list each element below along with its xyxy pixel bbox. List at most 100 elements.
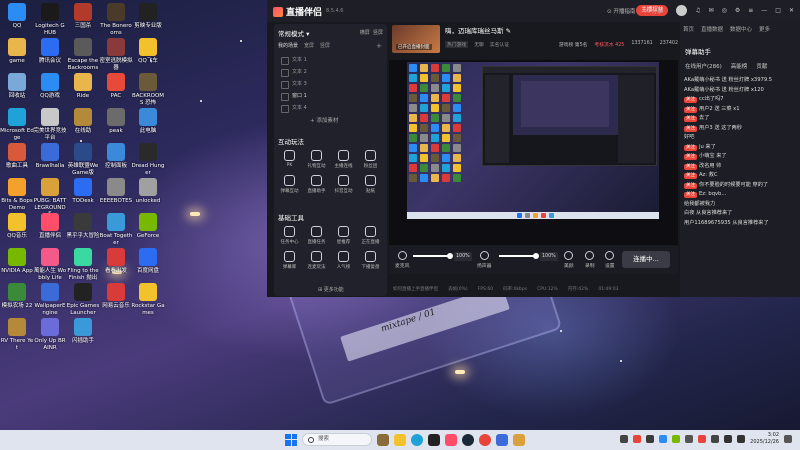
record-button[interactable]: 录制 [585,251,595,269]
room-tag[interactable]: 实名认证 [490,41,509,48]
open-live-guide-button[interactable]: ⊙ 开播指南 [607,7,635,15]
danmaku-sub-tab[interactable]: 在线用户(286) [685,62,722,70]
desktop-icon[interactable]: 在线助 [66,108,100,135]
desktop-icon[interactable]: QQ [0,3,34,30]
basic-tool[interactable]: 连麦玩法 [303,251,330,270]
desktop-icon[interactable]: 英雄联盟WeGame版 [66,143,100,176]
maximize-icon[interactable]: □ [775,7,781,14]
danmaku-sub-tab[interactable]: 高能榜 [731,62,748,70]
taskbar-search-input[interactable]: 搜索 [302,433,372,446]
tab-wide[interactable]: 宽屏 [304,42,314,50]
interact-tool[interactable]: PK [276,150,303,169]
source-item[interactable]: 文本 1 [278,54,383,66]
taskbar-clock[interactable]: 3:02 2025/12/26 [750,432,779,446]
desktop-icon[interactable]: 腾讯会议 [33,38,67,65]
room-cover[interactable]: 已开启直播封面 [392,25,440,53]
speaker-button[interactable]: 扬声器 [477,251,491,269]
interact-tool[interactable]: 弹幕互动 [276,175,303,194]
tray-icon[interactable] [659,435,668,443]
desktop-icon[interactable]: 回收站 [0,73,34,100]
chat-message[interactable]: AKa戴萌小秘书 送 粉丝灯牌 x120 [684,87,798,95]
minimize-icon[interactable]: — [761,7,767,14]
settings-button[interactable]: 设置 [605,251,615,269]
desktop-icon[interactable]: Fling to the Finish 抛出 [66,248,100,281]
volume-icon[interactable] [737,435,746,443]
interact-tool[interactable]: 礼物互动 [303,150,330,169]
chat-message[interactable]: 给我都被我力 [684,201,798,209]
desktop-icon[interactable]: Ride [66,73,100,100]
desktop-icon[interactable]: Bits & Bops Demo [0,178,34,211]
source-item[interactable]: 窗口 1 [278,90,383,102]
desktop-icon[interactable]: 网易云音乐 [99,283,133,310]
mode-selector[interactable]: 常规模式 ▾ [278,28,309,38]
desktop-icon[interactable]: Microsoft Edge [0,108,34,141]
start-live-button[interactable]: 连播中... [622,251,670,268]
desktop-icon[interactable]: 此电脑 [131,108,165,135]
desktop-icon[interactable]: Brawlhalla [33,143,67,170]
menu-icon[interactable]: ≡ [748,7,753,14]
tray-icon[interactable] [711,435,720,443]
tab-vertical[interactable]: 竖屏 [320,42,330,50]
desktop-icon[interactable]: QQ游戏 [33,73,67,100]
chat-message[interactable]: 关注 Ez: bqvb... [684,191,798,199]
wifi-icon[interactable] [724,435,733,443]
notification-icon[interactable] [784,435,792,443]
orientation-toggle[interactable]: 横屏 竖屏 [360,29,383,36]
desktop-icon[interactable]: EEEEBOTES [99,178,133,205]
desktop-icon[interactable]: GeForce [131,213,165,240]
chat-message[interactable]: 好吧 [684,134,798,142]
desktop-icon[interactable]: 歌曲工具 [0,143,34,170]
interact-tool[interactable]: 直播助手 [303,175,330,194]
desktop-icon[interactable]: BACKROOMS 恐怖 [131,73,165,106]
taskbar-app-icon[interactable] [428,433,440,446]
desktop-icon[interactable]: 直播伴侣 [33,213,67,240]
chat-message[interactable]: 用户11689675935 从良言推荐来了 [684,220,798,228]
source-item[interactable]: 文本 2 [278,66,383,78]
chat-message[interactable]: 关注 改名用 帅 [684,163,798,171]
steam-icon[interactable] [462,433,474,446]
chat-message[interactable]: 关注 cc出了吗7 [684,96,798,104]
desktop-icon[interactable]: 百度网盘 [131,248,165,275]
status-item[interactable]: 如何直播上手直播伴侣 [393,286,438,292]
netease-music-icon[interactable] [479,433,491,446]
beauty-button[interactable]: 美颜 [564,251,574,269]
close-icon[interactable]: ✕ [789,7,794,14]
chat-message[interactable]: 白夜 从良言推荐来了 [684,210,798,218]
desktop-icon[interactable]: 闪插助手 [66,318,100,345]
desktop-icon[interactable]: 黑乎乎大冒险 [66,213,100,240]
chat-message[interactable]: 关注 你不要脸的时候要可能 穿的了 [684,182,798,190]
room-title[interactable]: 嗨，迈瑞库瑞丝马斯 ✎ [445,25,511,35]
live-companion-taskbar-icon[interactable] [445,433,457,446]
tab-my-scene[interactable]: 我的场景 [278,42,298,50]
speaker-volume-value[interactable]: 100% [540,252,558,261]
desktop-icon[interactable]: 密室逃脱模拟器 [99,38,133,71]
right-tab[interactable]: 首页 [683,25,694,33]
desktop-icon[interactable]: Logitech G HUB [33,3,67,36]
tray-icon[interactable] [672,435,681,443]
taskbar-app-icon[interactable] [377,433,389,446]
desktop-icon[interactable]: Only Up BRAINR [33,318,67,351]
desktop-icon[interactable]: PAC [99,73,133,100]
desktop-icon[interactable]: Rockstar Games [131,283,165,316]
chat-message[interactable]: AKa戴萌小秘书 送 粉丝灯牌 x3979.5 [684,77,798,85]
more-functions-button[interactable]: ⊞ 更多功能 [318,286,344,293]
basic-tool[interactable]: 星推荐 [330,226,357,245]
chat-message[interactable]: 关注 用户2 送 三菜 x1 [684,106,798,114]
microphone-button[interactable]: 麦克风 [395,251,409,269]
game-rank[interactable]: 游戏榜 第5名 [559,41,588,48]
speaker-volume-slider[interactable] [499,253,539,259]
basic-tool[interactable]: 直播任务 [303,226,330,245]
room-tag[interactable]: 无聊 [474,41,484,48]
desktop-icon[interactable]: QQ音乐 [0,213,34,240]
tray-icon[interactable] [620,435,629,443]
desktop-icon[interactable]: peak [99,108,133,135]
basic-tool[interactable]: 人气榜 [330,251,357,270]
desktop-icon[interactable]: Escape the Backrooms [66,38,100,71]
tray-icon[interactable] [646,435,655,443]
settings-icon[interactable]: ⚙ [735,7,740,14]
basic-tool[interactable]: 下播复盘 [357,251,384,270]
interact-tool[interactable]: 贴纸 [357,175,384,194]
tray-icon[interactable] [633,435,642,443]
desktop-icon[interactable]: NVIDIA App [0,248,34,275]
desktop-icon[interactable]: The Bonerooms [99,3,133,36]
